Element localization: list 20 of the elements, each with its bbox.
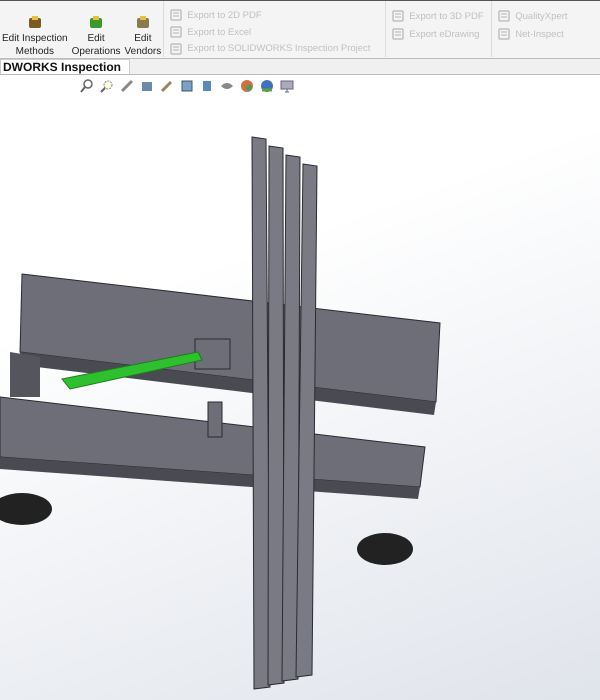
document-icon — [392, 10, 404, 22]
monitor-icon[interactable] — [280, 79, 294, 93]
ribbon-tab[interactable]: DWORKS Inspection — [0, 59, 130, 74]
toolbox-icon — [26, 15, 43, 31]
toolbox-icon — [88, 15, 104, 31]
document-icon — [498, 28, 510, 40]
document-icon — [170, 42, 182, 55]
zoom-icon[interactable] — [80, 79, 94, 93]
zoom-area-icon[interactable] — [100, 79, 114, 93]
document-icon — [170, 26, 182, 38]
scene-icon[interactable] — [260, 79, 274, 93]
ribbon-button[interactable]: Edit Vendors — [122, 1, 164, 58]
document-icon — [392, 28, 404, 40]
ribbon-button[interactable]: Edit Inspection Methods — [0, 1, 70, 58]
document-icon — [498, 10, 510, 22]
toolbox-icon — [134, 15, 151, 31]
ribbon-button[interactable]: Edit Operations — [70, 1, 123, 58]
view-orientation-icon[interactable] — [180, 79, 194, 93]
document-icon — [170, 9, 182, 22]
appearance-icon[interactable] — [240, 79, 254, 93]
